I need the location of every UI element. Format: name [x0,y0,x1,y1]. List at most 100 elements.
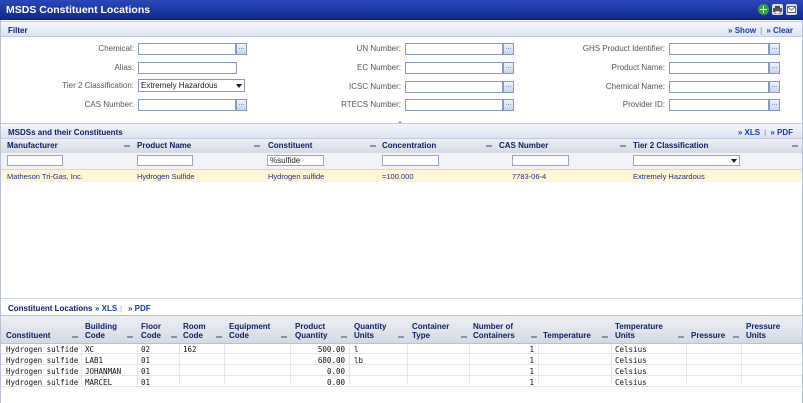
tier2-select-value: Extremely Hazardous [141,81,218,90]
col-menu-icon[interactable] [127,336,133,338]
locations-grid-header: Constituent Building Code Floor Code Room C… [0,315,803,344]
col-menu-icon[interactable] [370,145,376,147]
col-menu-icon[interactable] [341,336,347,338]
col-menu-icon[interactable] [254,145,260,147]
product-name-filter[interactable] [137,155,193,166]
tier2-filter[interactable] [633,155,740,166]
product-name-lookup-button[interactable]: ... [769,62,780,74]
chemical-lookup-button[interactable]: ... [236,43,247,55]
chemical-input[interactable] [138,43,236,55]
table-row[interactable]: Hydrogen sulfide JOHANMAN 01 0.00 1 Cels… [0,366,803,376]
filter-bar: Filter » Show | » Clear [0,21,803,37]
col-menu-icon[interactable] [620,145,626,147]
col-menu-icon[interactable] [171,336,177,338]
col-building-code[interactable]: Building Code [85,322,117,340]
alias-label: Alias: [114,63,134,72]
col-pressure-units[interactable]: Pressure Units [746,322,780,340]
col-pressure[interactable]: Pressure [691,331,725,341]
chemical-name-input[interactable] [669,81,769,93]
msds-grid-header: Manufacturer Product Name Constituent Co… [0,139,803,154]
col-menu-icon[interactable] [216,336,222,338]
product-name-input[interactable] [669,62,769,74]
cell-cas: 7783-06-4 [512,172,547,181]
icsc-label: ICSC Number: [348,82,401,91]
col-menu-icon[interactable] [398,336,404,338]
provider-id-label: Provider ID: [622,100,665,109]
alias-input[interactable] [138,62,237,74]
table-row[interactable]: Hydrogen sulfide MARCEL 01 0.00 1 Celsiu… [0,377,803,387]
cell-constituent: Hydrogen sulfide [6,356,79,365]
col-number-of-containers[interactable]: Number of Containers [473,322,515,340]
cas-number-filter[interactable] [512,155,569,166]
col-menu-icon[interactable] [678,336,684,338]
cell-quantity: 500.00 [317,345,345,354]
manufacturer-filter[interactable] [7,155,63,166]
col-menu-icon[interactable] [602,336,608,338]
filter-form: Chemical: ... Alias: Tier 2 Classificati… [0,37,803,115]
msds-xls-link[interactable]: » XLS [734,128,764,137]
col-room-code[interactable]: Room Code [183,322,206,340]
cas-input[interactable] [138,99,236,111]
icsc-input[interactable] [405,81,503,93]
add-icon[interactable] [758,4,769,15]
chemical-name-label: Chemical Name: [605,82,665,91]
email-icon[interactable] [786,4,797,15]
un-input[interactable] [405,43,503,55]
ghs-input[interactable] [669,43,769,55]
msds-pdf-link[interactable]: » PDF [766,128,797,137]
col-temperature[interactable]: Temperature [543,331,591,341]
cell-quantity: 0.00 [326,378,345,387]
cell-constituent: Hydrogen sulfide [6,378,79,387]
provider-id-input[interactable] [669,99,769,111]
col-container-type[interactable]: Container Type [412,322,449,340]
cell-quantity: 680.00 [317,356,345,365]
col-menu-icon[interactable] [461,336,467,338]
locations-xls-link[interactable]: » XLS [95,304,117,313]
ec-lookup-button[interactable]: ... [503,62,514,74]
clear-link[interactable]: » Clear [762,26,797,35]
locations-pdf-link[interactable]: » PDF [128,304,151,313]
cas-lookup-button[interactable]: ... [236,99,247,111]
col-equipment-code[interactable]: Equipment Code [229,322,270,340]
col-menu-icon[interactable] [792,145,798,147]
cell-manufacturer: Matheson Tri-Gas, Inc. [7,172,83,181]
tier2-label: Tier 2 Classification: [62,81,134,90]
locations-section-label: Constituent Locations [8,304,93,313]
cell-num-containers: 1 [529,356,534,365]
col-menu-icon[interactable] [733,336,739,338]
col-cas-number[interactable]: CAS Number [499,141,548,150]
col-temperature-units[interactable]: Temperature Units [615,322,663,340]
cell-temp-units: Celsius [615,356,647,365]
tier2-select[interactable]: Extremely Hazardous [138,79,245,92]
col-product-quantity[interactable]: Product Quantity [295,322,327,340]
col-loc-constituent[interactable]: Constituent [6,331,50,341]
table-row[interactable]: Hydrogen sulfide LAB1 01 680.00 lb 1 Cel… [0,355,803,365]
col-concentration[interactable]: Concentration [382,141,436,150]
col-menu-icon[interactable] [72,336,78,338]
col-tier2[interactable]: Tier 2 Classification [633,141,708,150]
table-row[interactable]: Hydrogen sulfide XC 02 162 500.00 l 1 Ce… [0,344,803,354]
col-menu-icon[interactable] [486,145,492,147]
col-menu-icon[interactable] [124,145,130,147]
rtecs-input[interactable] [405,99,503,111]
rtecs-lookup-button[interactable]: ... [503,99,514,111]
un-lookup-button[interactable]: ... [503,43,514,55]
ec-input[interactable] [405,62,503,74]
concentration-filter[interactable] [382,155,439,166]
chemical-name-lookup-button[interactable]: ... [769,81,780,93]
col-menu-icon[interactable] [281,336,287,338]
show-link[interactable]: » Show [724,26,760,35]
constituent-filter[interactable]: %sulfide [267,155,324,166]
provider-id-lookup-button[interactable]: ... [769,99,780,111]
col-manufacturer[interactable]: Manufacturer [7,141,58,150]
col-quantity-units[interactable]: Quantity Units [354,322,386,340]
col-constituent[interactable]: Constituent [268,141,312,150]
ghs-lookup-button[interactable]: ... [769,43,780,55]
collapse-handle[interactable] [396,117,404,124]
col-menu-icon[interactable] [531,336,537,338]
col-product-name[interactable]: Product Name [137,141,191,150]
cell-room: 162 [183,345,197,354]
col-floor-code[interactable]: Floor Code [141,322,161,340]
print-icon[interactable] [772,4,783,15]
icsc-lookup-button[interactable]: ... [503,81,514,93]
